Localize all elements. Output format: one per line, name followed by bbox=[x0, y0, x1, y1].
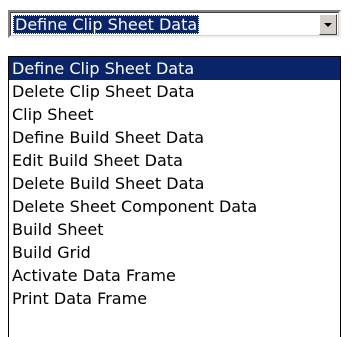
list-item-define-build-sheet-data[interactable]: Define Build Sheet Data bbox=[9, 126, 340, 149]
list-item-edit-build-sheet-data[interactable]: Edit Build Sheet Data bbox=[9, 149, 340, 172]
list-item-build-grid[interactable]: Build Grid bbox=[9, 241, 340, 264]
dropdown-list[interactable]: Define Clip Sheet Data Delete Clip Sheet… bbox=[8, 56, 341, 337]
list-item-activate-data-frame[interactable]: Activate Data Frame bbox=[9, 264, 340, 287]
combo-box[interactable]: Define Clip Sheet Data bbox=[8, 10, 341, 38]
list-item-clip-sheet[interactable]: Clip Sheet bbox=[9, 103, 340, 126]
list-item-delete-sheet-component-data[interactable]: Delete Sheet Component Data bbox=[9, 195, 340, 218]
list-item-build-sheet[interactable]: Build Sheet bbox=[9, 218, 340, 241]
dropdown-button[interactable] bbox=[319, 14, 337, 35]
list-item-delete-clip-sheet-data[interactable]: Delete Clip Sheet Data bbox=[9, 80, 340, 103]
list-item-print-data-frame[interactable]: Print Data Frame bbox=[9, 287, 340, 310]
combo-box-frame: Define Clip Sheet Data bbox=[10, 12, 339, 36]
combo-selected-value[interactable]: Define Clip Sheet Data bbox=[13, 15, 200, 34]
chevron-down-icon bbox=[324, 23, 332, 27]
dropdown-window: Define Clip Sheet Data Define Clip Sheet… bbox=[0, 0, 352, 337]
list-item-delete-build-sheet-data[interactable]: Delete Build Sheet Data bbox=[9, 172, 340, 195]
list-item-define-clip-sheet-data[interactable]: Define Clip Sheet Data bbox=[9, 57, 340, 80]
